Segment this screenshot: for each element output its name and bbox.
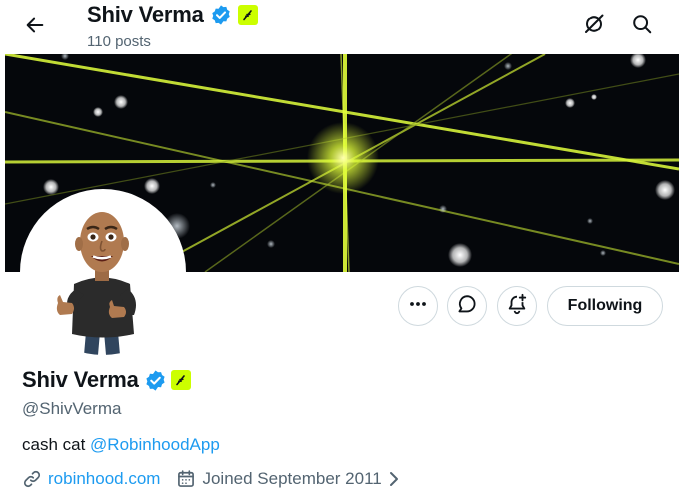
verified-badge-icon[interactable] — [210, 4, 232, 26]
search-icon — [631, 13, 653, 40]
profile-meta: robinhood.com Joined September 2011 — [22, 469, 400, 489]
calendar-icon — [176, 469, 196, 489]
message-icon — [456, 293, 478, 320]
top-header: Shiv Verma 110 posts — [0, 0, 679, 54]
website-link[interactable]: robinhood.com — [48, 469, 160, 489]
feather-badge-icon[interactable] — [170, 370, 191, 390]
message-button[interactable] — [447, 286, 487, 326]
more-icon — [408, 294, 428, 319]
chevron-right-icon[interactable] — [388, 471, 400, 487]
profile-name-row: Shiv Verma — [22, 367, 191, 393]
grok-icon — [582, 12, 606, 41]
following-button[interactable]: Following — [547, 286, 663, 326]
header-title-block: Shiv Verma 110 posts — [87, 1, 258, 50]
profile-name: Shiv Verma — [22, 367, 139, 392]
bio-text: cash cat — [22, 435, 91, 454]
bio-mention-link[interactable]: @RobinhoodApp — [90, 435, 220, 454]
back-arrow-icon — [24, 14, 46, 41]
post-count: 110 posts — [87, 33, 151, 50]
feather-badge-icon[interactable] — [237, 5, 258, 25]
avatar[interactable] — [20, 189, 186, 355]
notify-button[interactable] — [497, 286, 537, 326]
grok-button[interactable] — [575, 7, 613, 45]
profile-bio: cash cat @RobinhoodApp — [22, 435, 220, 455]
back-button[interactable] — [16, 8, 54, 46]
profile-handle: @ShivVerma — [22, 399, 122, 418]
link-icon — [22, 469, 42, 489]
more-button[interactable] — [398, 286, 438, 326]
verified-badge-icon[interactable] — [144, 369, 167, 392]
joined-date: Joined September 2011 — [202, 469, 382, 488]
header-name: Shiv Verma — [87, 2, 204, 27]
search-button[interactable] — [623, 7, 661, 45]
bell-plus-icon — [506, 293, 528, 320]
